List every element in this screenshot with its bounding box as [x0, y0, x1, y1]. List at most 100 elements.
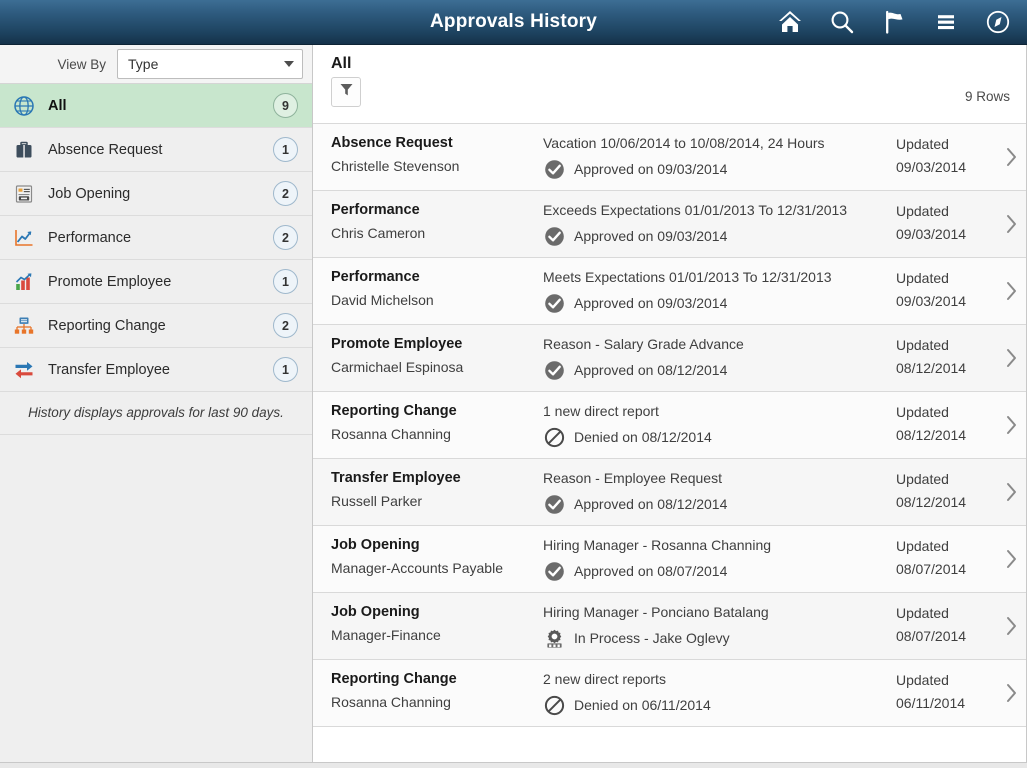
- chevron-right-icon[interactable]: [996, 401, 1026, 448]
- sidebar-item-label: Promote Employee: [48, 274, 273, 290]
- filter-button[interactable]: [331, 77, 361, 107]
- sidebar-item-all[interactable]: All 9: [0, 84, 312, 128]
- row-description: Reason - Employee Request: [543, 468, 882, 489]
- table-row[interactable]: Reporting ChangeRosanna Channing1 new di…: [313, 392, 1026, 459]
- row-type: Job Opening: [331, 602, 543, 623]
- bar-chart-up-icon: [12, 270, 36, 294]
- app-header: Approvals History: [0, 0, 1027, 45]
- chevron-right-icon[interactable]: [996, 602, 1026, 649]
- status-badge: Approved on 08/12/2014: [574, 360, 727, 380]
- row-description: Hiring Manager - Ponciano Batalang: [543, 602, 882, 623]
- row-details: Reason - Salary Grade AdvanceApproved on…: [543, 334, 896, 381]
- briefcase-icon: [12, 138, 36, 162]
- sidebar: View By Type: [0, 45, 313, 762]
- rows-count: 9 Rows: [965, 89, 1010, 107]
- sidebar-item-transfer-employee[interactable]: Transfer Employee 1: [0, 348, 312, 392]
- home-icon[interactable]: [775, 7, 805, 37]
- row-description: Meets Expectations 01/01/2013 To 12/31/2…: [543, 267, 882, 288]
- flag-icon[interactable]: [879, 7, 909, 37]
- row-details: Meets Expectations 01/01/2013 To 12/31/2…: [543, 267, 896, 314]
- row-updated-label: Updated: [896, 401, 996, 424]
- sidebar-item-count: 1: [273, 357, 298, 382]
- status-badge: Approved on 09/03/2014: [574, 226, 727, 246]
- table-row[interactable]: PerformanceChris CameronExceeds Expectat…: [313, 191, 1026, 258]
- row-person: Carmichael Espinosa: [331, 357, 543, 378]
- sidebar-item-label: Absence Request: [48, 142, 273, 158]
- row-identity: PerformanceDavid Michelson: [313, 267, 543, 314]
- sidebar-item-count: 2: [273, 181, 298, 206]
- chevron-right-icon[interactable]: [996, 133, 1026, 180]
- chevron-right-icon[interactable]: [996, 669, 1026, 716]
- row-status: In Process - Jake Oglevy: [543, 627, 882, 649]
- compass-icon[interactable]: [983, 7, 1013, 37]
- row-person: Russell Parker: [331, 491, 543, 512]
- row-details: Vacation 10/06/2014 to 10/08/2014, 24 Ho…: [543, 133, 896, 180]
- table-row[interactable]: Promote EmployeeCarmichael EspinosaReaso…: [313, 325, 1026, 392]
- row-updated-date: 06/11/2014: [896, 692, 996, 715]
- row-updated-label: Updated: [896, 602, 996, 625]
- menu-icon[interactable]: [931, 7, 961, 37]
- table-row[interactable]: Job OpeningManager-Accounts PayableHirin…: [313, 526, 1026, 593]
- row-description: 1 new direct report: [543, 401, 882, 422]
- row-updated-label: Updated: [896, 334, 996, 357]
- sidebar-item-performance[interactable]: Performance 2: [0, 216, 312, 260]
- org-chart-icon: [12, 314, 36, 338]
- row-person: Christelle Stevenson: [331, 156, 543, 177]
- sidebar-item-absence-request[interactable]: Absence Request 1: [0, 128, 312, 172]
- row-status: Approved on 08/12/2014: [543, 359, 882, 381]
- chevron-right-icon[interactable]: [996, 468, 1026, 515]
- approved-check-icon: [543, 292, 565, 314]
- sidebar-item-count: 9: [273, 93, 298, 118]
- sidebar-item-label: All: [48, 98, 273, 114]
- chevron-right-icon[interactable]: [996, 334, 1026, 381]
- view-by-select[interactable]: Type: [117, 49, 303, 79]
- sidebar-filler: [0, 435, 312, 762]
- sidebar-item-promote-employee[interactable]: Promote Employee 1: [0, 260, 312, 304]
- row-details: Reason - Employee RequestApproved on 08/…: [543, 468, 896, 515]
- header-icon-group: [775, 7, 1027, 37]
- approvals-history-app: Approvals History: [0, 0, 1027, 768]
- row-status: Approved on 09/03/2014: [543, 225, 882, 247]
- sidebar-item-job-opening[interactable]: Job Opening 2: [0, 172, 312, 216]
- row-identity: Promote EmployeeCarmichael Espinosa: [313, 334, 543, 381]
- row-updated-label: Updated: [896, 669, 996, 692]
- main-panel: All 9 Rows Absence RequestChristelle Ste…: [313, 45, 1027, 762]
- status-badge: Approved on 09/03/2014: [574, 159, 727, 179]
- row-description: 2 new direct reports: [543, 669, 882, 690]
- table-row[interactable]: Transfer EmployeeRussell ParkerReason - …: [313, 459, 1026, 526]
- status-badge: Approved on 08/07/2014: [574, 561, 727, 581]
- status-badge: Denied on 08/12/2014: [574, 427, 712, 447]
- row-identity: Job OpeningManager-Finance: [313, 602, 543, 649]
- sidebar-item-label: Reporting Change: [48, 318, 273, 334]
- chevron-right-icon[interactable]: [996, 267, 1026, 314]
- row-person: Chris Cameron: [331, 223, 543, 244]
- row-type: Job Opening: [331, 535, 543, 556]
- chevron-right-icon[interactable]: [996, 535, 1026, 582]
- table-row[interactable]: Reporting ChangeRosanna Channing2 new di…: [313, 660, 1026, 727]
- row-identity: Reporting ChangeRosanna Channing: [313, 401, 543, 448]
- row-identity: PerformanceChris Cameron: [313, 200, 543, 247]
- row-identity: Transfer EmployeeRussell Parker: [313, 468, 543, 515]
- row-status: Denied on 08/12/2014: [543, 426, 882, 448]
- row-status: Approved on 09/03/2014: [543, 292, 882, 314]
- sidebar-item-reporting-change[interactable]: Reporting Change 2: [0, 304, 312, 348]
- globe-icon: [12, 94, 36, 118]
- sidebar-item-label: Performance: [48, 230, 273, 246]
- sidebar-item-label: Job Opening: [48, 186, 273, 202]
- table-row[interactable]: Job OpeningManager-FinanceHiring Manager…: [313, 593, 1026, 660]
- table-row[interactable]: Absence RequestChristelle StevensonVacat…: [313, 124, 1026, 191]
- sidebar-item-count: 2: [273, 225, 298, 250]
- denied-icon: [543, 694, 565, 716]
- footer-strip: [0, 762, 1027, 768]
- row-description: Hiring Manager - Rosanna Channing: [543, 535, 882, 556]
- row-updated: Updated08/12/2014: [896, 468, 996, 515]
- row-identity: Job OpeningManager-Accounts Payable: [313, 535, 543, 582]
- row-updated: Updated09/03/2014: [896, 267, 996, 314]
- chevron-right-icon[interactable]: [996, 200, 1026, 247]
- search-icon[interactable]: [827, 7, 857, 37]
- row-updated-date: 08/12/2014: [896, 491, 996, 514]
- line-chart-icon: [12, 226, 36, 250]
- sidebar-note: History displays approvals for last 90 d…: [0, 392, 312, 435]
- table-row[interactable]: PerformanceDavid MichelsonMeets Expectat…: [313, 258, 1026, 325]
- main-header-row: 9 Rows: [331, 77, 1010, 107]
